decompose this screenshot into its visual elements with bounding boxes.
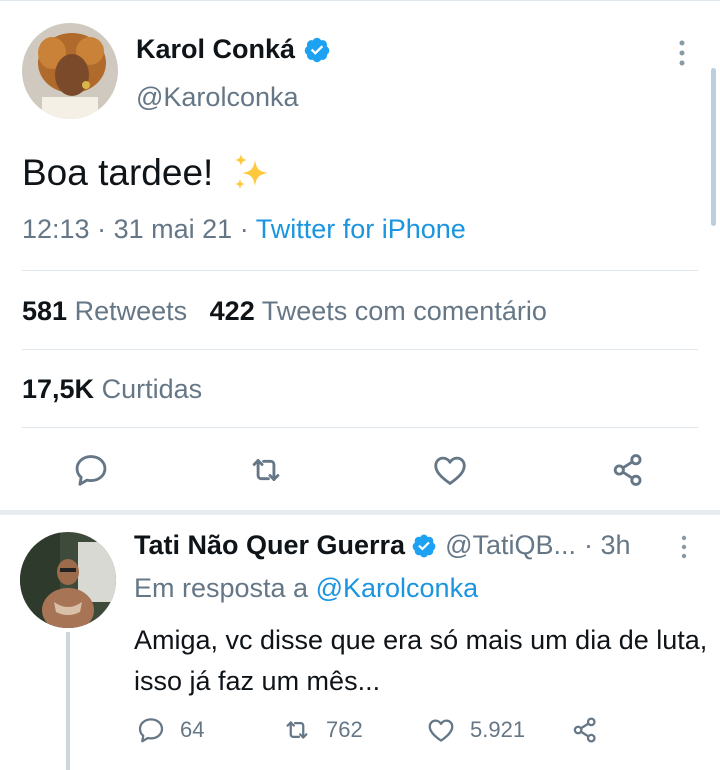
quotes-label: Tweets com comentário <box>261 296 547 326</box>
likes-stats[interactable]: 17,5K Curtidas <box>22 374 202 405</box>
quotes-count: 422 <box>209 296 255 326</box>
more-options-icon[interactable] <box>676 40 688 66</box>
reply-author-avatar[interactable] <box>20 532 116 628</box>
reply-time: · 3h <box>584 530 631 560</box>
section-separator <box>0 510 720 515</box>
author-avatar[interactable] <box>22 23 118 119</box>
divider <box>22 427 698 428</box>
author-handle[interactable]: @Karolconka <box>136 82 299 113</box>
reply-icon[interactable] <box>72 451 110 489</box>
tweet-date: 31 mai 21 <box>113 214 233 244</box>
share-icon <box>573 717 596 743</box>
reply-text: Amiga, vc disse que era só mais um dia d… <box>134 625 708 696</box>
tweet-text: Boa tardee! <box>22 152 273 194</box>
reply-reply-action[interactable]: 64 <box>136 715 204 745</box>
more-options-icon[interactable] <box>679 535 689 559</box>
reply-like-action[interactable]: 5.921 <box>426 715 525 745</box>
divider <box>22 349 698 350</box>
reply-to-handle-link[interactable]: @Karolconka <box>316 573 479 603</box>
likes-label: Curtidas <box>101 374 203 404</box>
verified-badge-icon <box>304 37 330 62</box>
tweet-source-link[interactable]: Twitter for iPhone <box>256 214 466 244</box>
likes-count: 17,5K <box>22 374 95 404</box>
reply-replies-count: 64 <box>180 717 205 742</box>
retweet-stats[interactable]: 581 Retweets 422 Tweets com comentário <box>22 296 547 327</box>
retweet-icon <box>286 721 308 739</box>
tweet-time: 12:13 <box>22 214 90 244</box>
reply-retweet-action[interactable]: 762 <box>282 715 363 745</box>
retweets-count: 581 <box>22 296 68 326</box>
tweet-text-content: Boa tardee! <box>22 152 214 193</box>
thread-line <box>66 632 70 770</box>
sparkles-icon <box>235 154 269 189</box>
reply-time-value: 3h <box>600 530 631 560</box>
like-heart-icon <box>428 719 454 742</box>
reply-author-handle[interactable]: @TatiQB... <box>445 530 576 561</box>
reply-author-name[interactable]: Tati Não Quer Guerra <box>134 530 405 561</box>
reply-share-action[interactable] <box>570 715 614 745</box>
top-border <box>0 0 720 1</box>
reply-header: Tati Não Quer Guerra @TatiQB... · 3h <box>134 530 631 561</box>
reply-icon <box>138 718 164 743</box>
like-heart-icon[interactable] <box>431 451 469 489</box>
reply-to-line: Em resposta a @Karolconka <box>134 573 478 604</box>
retweet-icon[interactable] <box>247 451 285 489</box>
verified-badge-icon <box>412 534 436 557</box>
share-icon[interactable] <box>609 451 647 489</box>
author-name[interactable]: Karol Conká <box>136 34 295 65</box>
divider <box>22 270 698 271</box>
reply-retweets-count: 762 <box>326 717 363 742</box>
reply-to-prefix: Em resposta a <box>134 573 309 603</box>
scrollbar[interactable] <box>711 68 716 226</box>
retweets-label: Retweets <box>74 296 188 326</box>
tweet-meta: 12:13 · 31 mai 21 · Twitter for iPhone <box>22 214 466 244</box>
reply-likes-count: 5.921 <box>470 717 526 742</box>
